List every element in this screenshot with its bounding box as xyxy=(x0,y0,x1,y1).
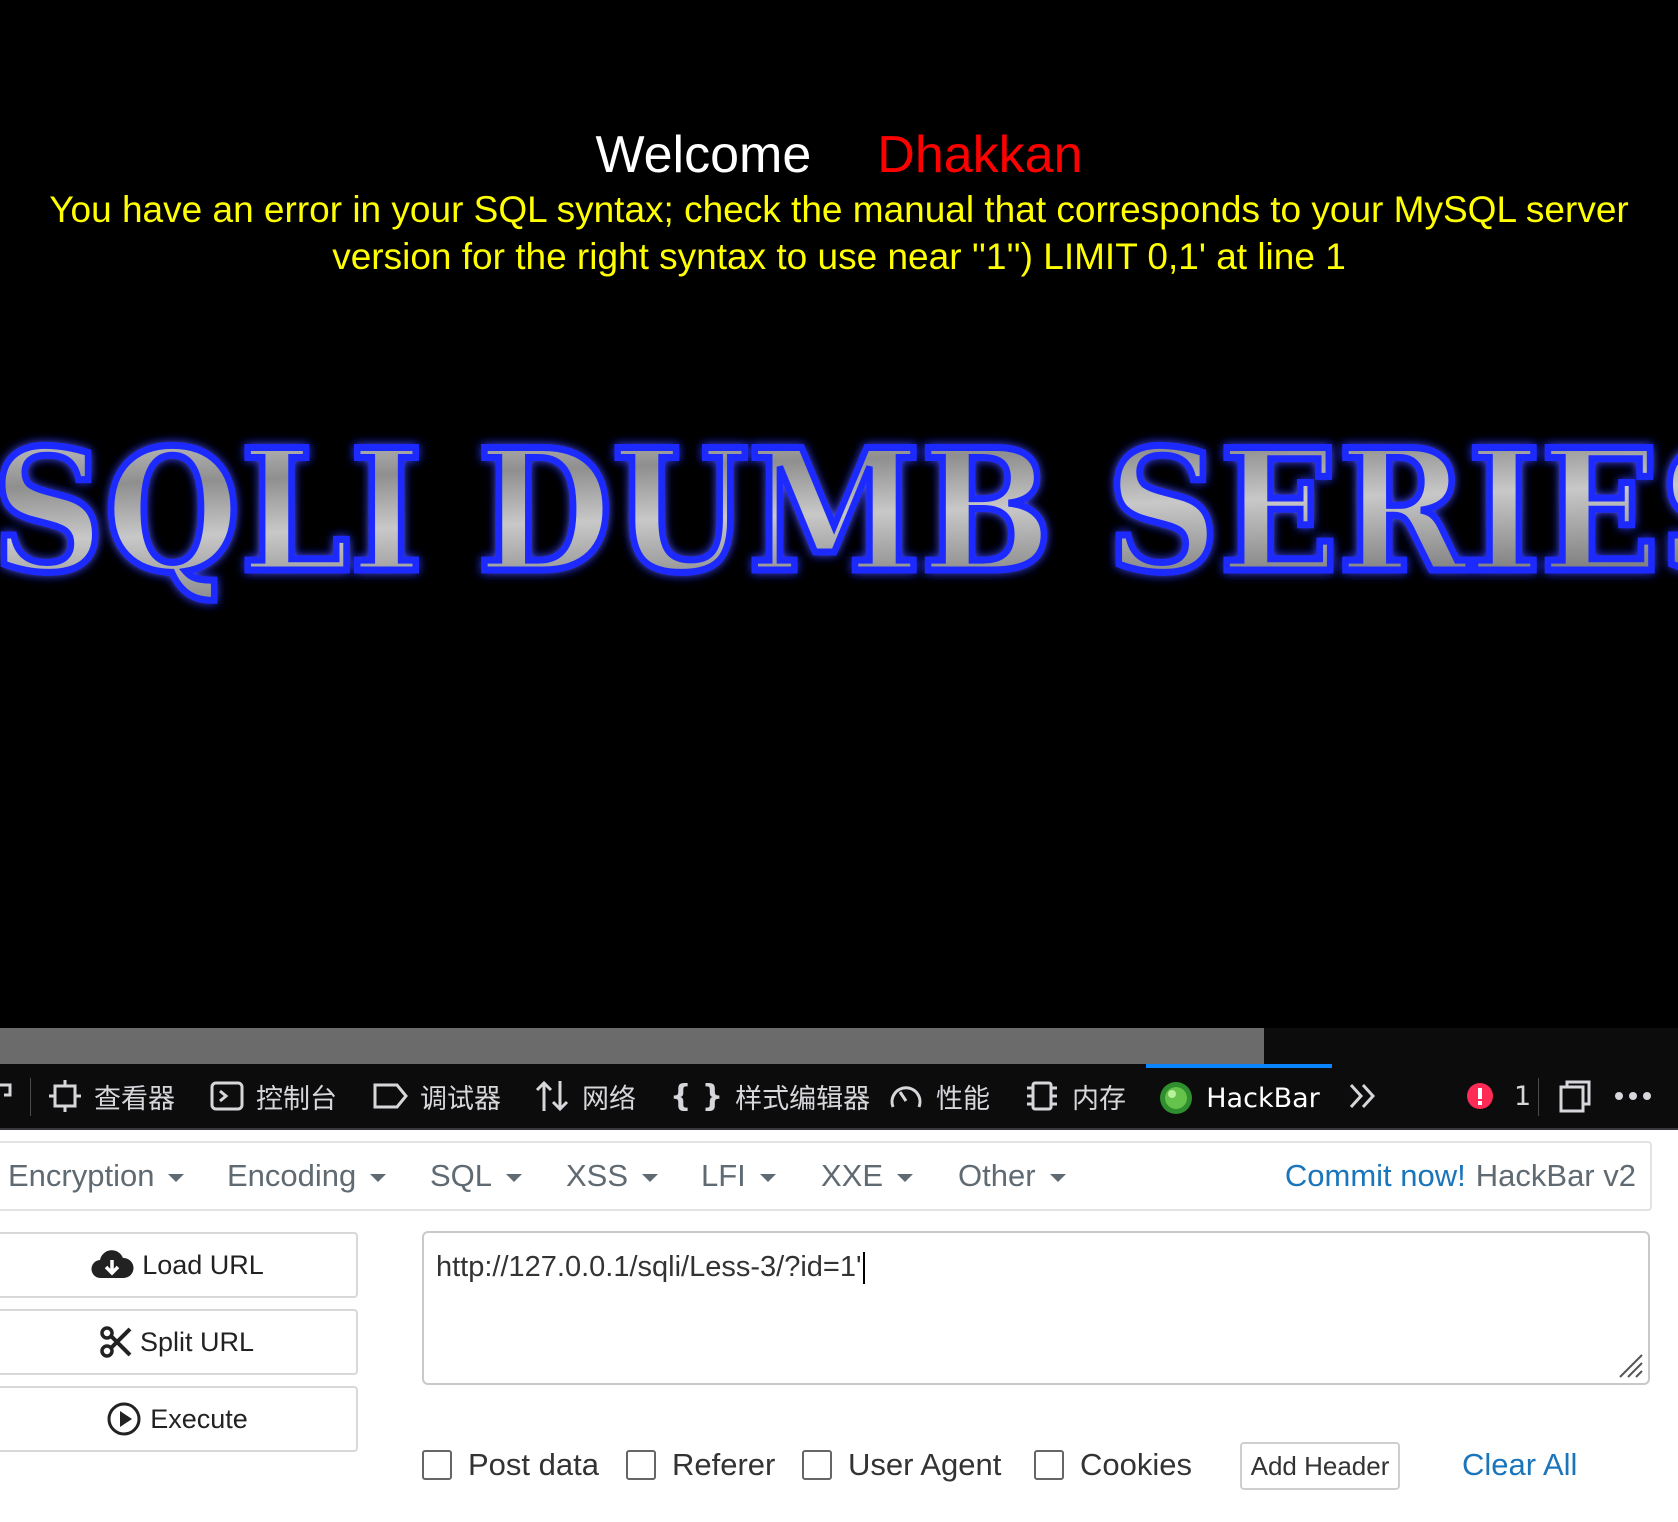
dock-toggle-icon[interactable] xyxy=(1558,1064,1604,1128)
tab-label: 控制台 xyxy=(256,1083,337,1115)
menu-sql[interactable]: SQL xyxy=(430,1143,523,1209)
tab-performance[interactable]: 性能 xyxy=(888,1064,990,1128)
error-count: 1 xyxy=(1514,1080,1532,1112)
tab-console[interactable]: 控制台 xyxy=(210,1064,337,1128)
sql-error-message: You have an error in your SQL syntax; ch… xyxy=(49,189,1629,277)
caret-down-icon xyxy=(168,1174,185,1182)
url-value: http://127.0.0.1/sqli/Less-3/?id=1' xyxy=(436,1251,862,1283)
menu-encoding[interactable]: Encoding xyxy=(227,1143,387,1209)
network-icon xyxy=(535,1080,569,1112)
tab-label: 网络 xyxy=(582,1083,636,1115)
performance-icon xyxy=(890,1086,922,1108)
svg-text:SQLI DUMB SERIES: SQLI DUMB SERIES xyxy=(0,412,1678,610)
url-text: http://127.0.0.1/sqli/Less-3/?id=1' xyxy=(436,1251,865,1285)
caret-down-icon xyxy=(642,1174,659,1182)
text-cursor xyxy=(862,1252,865,1285)
error-count-badge[interactable]: 1 xyxy=(1466,1064,1531,1128)
user-name: Dhakkan xyxy=(877,126,1083,184)
tab-label: 样式编辑器 xyxy=(735,1083,871,1115)
caret-down-icon xyxy=(1049,1174,1066,1182)
button-label: Split URL xyxy=(139,1326,255,1357)
menu-label: LFI xyxy=(701,1158,746,1193)
clear-all-link[interactable]: Clear All xyxy=(1462,1440,1577,1490)
commit-now-link[interactable]: Commit now! xyxy=(1285,1158,1466,1194)
web-page-content: Welcome Dhakkan You have an error in your… xyxy=(0,0,1678,1030)
checkbox-label: Referer xyxy=(672,1447,776,1482)
hackbar-version: HackBar v2 xyxy=(1475,1158,1636,1193)
tab-hackbar[interactable]: HackBar xyxy=(1146,1064,1332,1128)
tab-network[interactable]: 网络 xyxy=(534,1064,636,1128)
menu-label: Encoding xyxy=(227,1158,357,1193)
caret-down-icon xyxy=(759,1174,776,1182)
menu-lfi[interactable]: LFI xyxy=(701,1143,776,1209)
checkbox-box[interactable] xyxy=(422,1450,452,1480)
cookies-checkbox[interactable]: Cookies xyxy=(1034,1440,1192,1490)
hackbar-menu-bar: Encryption Encoding SQL XSS LFI XXE Othe… xyxy=(0,1141,1652,1211)
tab-label: 内存 xyxy=(1072,1083,1126,1115)
inspector-icon xyxy=(49,1080,81,1112)
menu-label: XSS xyxy=(566,1158,629,1193)
menu-label: Other xyxy=(958,1158,1036,1193)
sqli-dumb-series-banner: SQLI DUMB SERIES xyxy=(0,409,1678,614)
referer-checkbox[interactable]: Referer xyxy=(626,1440,775,1490)
url-textarea[interactable]: http://127.0.0.1/sqli/Less-3/?id=1' xyxy=(422,1231,1650,1385)
checkbox-label: User Agent xyxy=(848,1447,1002,1482)
checkbox-box[interactable] xyxy=(626,1450,656,1480)
caret-down-icon xyxy=(506,1174,523,1182)
tab-label: 查看器 xyxy=(94,1083,175,1115)
play-circle-icon xyxy=(107,1402,141,1436)
menu-other[interactable]: Other xyxy=(958,1143,1066,1209)
menu-label: SQL xyxy=(430,1158,493,1193)
menu-xxe[interactable]: XXE xyxy=(821,1143,914,1209)
console-icon xyxy=(210,1081,244,1111)
execute-button[interactable]: Execute xyxy=(0,1386,358,1452)
tab-inspector[interactable]: 查看器 xyxy=(48,1064,175,1128)
add-header-button[interactable]: Add Header xyxy=(1240,1442,1400,1490)
error-icon xyxy=(1467,1083,1493,1109)
picker-icon[interactable] xyxy=(0,1064,26,1128)
menu-xss[interactable]: XSS xyxy=(566,1143,659,1209)
tab-style-editor[interactable]: { } 样式编辑器 xyxy=(670,1064,870,1128)
horizontal-scrollbar[interactable] xyxy=(0,1028,1678,1064)
tab-debugger[interactable]: 调试器 xyxy=(372,1064,501,1128)
load-url-button[interactable]: Load URL xyxy=(0,1232,358,1298)
scissors-icon xyxy=(100,1326,132,1358)
checkbox-box[interactable] xyxy=(802,1450,832,1480)
tab-memory[interactable]: 内存 xyxy=(1024,1064,1126,1128)
scrollbar-thumb[interactable] xyxy=(0,1028,1264,1064)
welcome-label: Welcome xyxy=(595,126,812,184)
hackbar-icon xyxy=(1160,1082,1193,1114)
debugger-icon xyxy=(373,1083,408,1109)
hackbar-panel: Encryption Encoding SQL XSS LFI XXE Othe… xyxy=(0,1130,1678,1522)
more-options-icon[interactable] xyxy=(1614,1064,1664,1128)
tab-label: HackBar xyxy=(1206,1082,1320,1114)
split-url-button[interactable]: Split URL xyxy=(0,1309,358,1375)
welcome-line: Welcome Dhakkan xyxy=(0,120,1678,190)
checkbox-box[interactable] xyxy=(1034,1450,1064,1480)
checkbox-label: Post data xyxy=(468,1447,599,1482)
cloud-download-icon xyxy=(91,1250,134,1279)
devtools-toolbar: 查看器 控制台 调试器 网络 { } 样式编辑器 性能 内存 HackBar 1 xyxy=(0,1064,1678,1130)
style-editor-icon: { } xyxy=(670,1078,724,1114)
button-label: Execute xyxy=(150,1403,248,1434)
caret-down-icon xyxy=(897,1174,914,1182)
commit-area: Commit now! HackBar v2 xyxy=(1285,1143,1636,1209)
caret-down-icon xyxy=(370,1174,387,1182)
user-agent-checkbox[interactable]: User Agent xyxy=(802,1440,1001,1490)
more-tabs-icon[interactable] xyxy=(1346,1064,1392,1128)
resize-grip-icon[interactable] xyxy=(1616,1351,1644,1379)
button-label: Load URL xyxy=(142,1249,264,1280)
toolbar-divider xyxy=(30,1078,31,1116)
toolbar-divider xyxy=(1538,1078,1539,1116)
tab-label: 调试器 xyxy=(420,1083,501,1115)
menu-encryption[interactable]: Encryption xyxy=(8,1143,185,1209)
checkbox-label: Cookies xyxy=(1080,1447,1192,1482)
memory-icon xyxy=(1027,1081,1057,1111)
menu-label: Encryption xyxy=(8,1158,155,1193)
post-data-checkbox[interactable]: Post data xyxy=(422,1440,599,1490)
tab-label: 性能 xyxy=(936,1083,990,1115)
menu-label: XXE xyxy=(821,1158,884,1193)
